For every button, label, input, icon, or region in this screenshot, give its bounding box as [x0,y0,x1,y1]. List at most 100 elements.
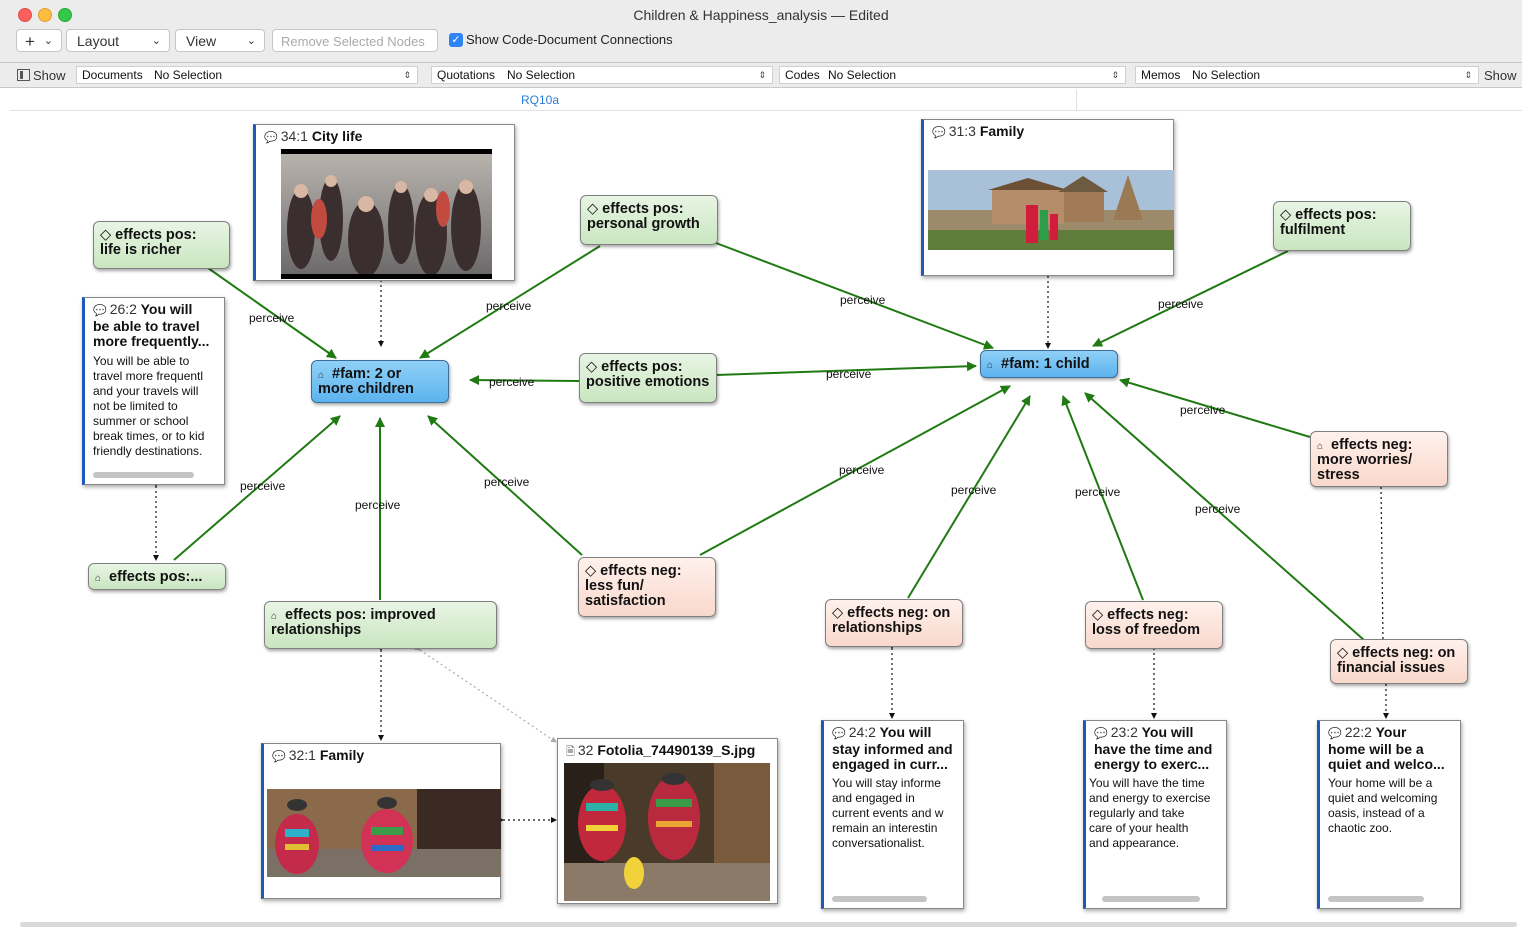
code-node-positive-emotions[interactable]: ◇ effects pos: positive emotions [579,353,717,403]
card-title: City life [311,128,363,144]
code-icon: ◇ [1337,645,1349,661]
card-ref: 31:3 [948,123,976,139]
horizontal-scrollbar[interactable] [1328,896,1424,902]
node-label: effects neg: on [1352,645,1456,661]
card-header: 💬 22:2 Your home will be a quiet and welc… [1328,725,1454,772]
fotolia-image [564,763,770,901]
edge-label: perceive [1075,485,1121,499]
quotations-filter-key: Quotations [437,68,496,82]
node-label: life is richer [100,242,182,258]
codes-filter-key: Codes [785,68,820,82]
updown-icon: ⇕ [403,70,411,80]
card-body-line: current events and w [832,806,944,820]
code-icon: ◇ [1092,607,1104,623]
card-title: Family [319,747,365,763]
node-label: effects pos: [602,201,684,217]
edge-label: perceive [249,311,295,325]
card-body: You will be able to travel more frequent… [93,354,214,459]
quotation-card-family-313[interactable]: 💬 31:3 Family [921,119,1174,276]
fotolia-picture [564,763,770,901]
card-body-line: care of your health [1089,821,1189,835]
quotation-card-time[interactable]: 💬 23:2 You will have the time and energy … [1083,720,1227,909]
updown-icon: ⇕ [1111,70,1119,80]
remove-selected-nodes-button[interactable]: Remove Selected Nodes [272,29,438,52]
card-ref: 26:2 [109,301,137,317]
card-title: be able to travel [93,318,200,334]
card-ref: 22:2 [1344,724,1372,740]
card-body-line: and appearance. [1089,836,1180,850]
horizontal-scrollbar[interactable] [832,896,927,902]
card-body-line: conversationalist. [832,836,925,850]
quotation-icon: 💬 [272,751,286,763]
code-node-loss-of-freedom[interactable]: ◇ effects neg: loss of freedom [1085,601,1223,649]
canvas-horizontal-scrollbar[interactable] [20,922,1517,927]
card-title: home will be a [1328,741,1424,757]
quotation-card-travel[interactable]: 💬 26:2 You will be able to travel more fr… [82,297,225,485]
card-header: 💬 31:3 Family [932,124,1167,141]
document-icon: 🗎 [566,746,575,758]
code-node-less-fun[interactable]: ◇ effects neg: less fun/ satisfaction [578,557,716,617]
show-inspector-toggle[interactable]: Show [1484,68,1517,83]
code-icon: ◇ [832,605,844,621]
edge-label: perceive [240,479,286,493]
code-node-fulfilment[interactable]: ◇ effects pos: fulfilment [1273,201,1411,251]
quotation-icon: 💬 [832,728,846,740]
show-sidebar-toggle[interactable]: Show [17,68,66,83]
code-group-icon: ⌂ [95,573,102,584]
card-header: 💬 34:1 City life [264,129,508,146]
family-walking-picture [267,789,501,877]
code-icon: ◇ [585,563,597,579]
layout-dropdown[interactable]: Layout ⌄ [66,29,170,52]
network-canvas[interactable]: perceive perceive perceive perceive perc… [0,110,1522,928]
node-label: positive emotions [586,374,710,390]
city-crowd-image [281,149,492,279]
add-button[interactable]: + ⌄ [16,29,62,52]
card-body-line: and engaged in [832,791,915,805]
document-card-fotolia[interactable]: 🗎 32 Fotolia_74490139_S.jpg [557,738,778,904]
quotation-card-city-life[interactable]: 💬 34:1 City life [253,124,515,281]
crowd-picture [281,149,492,279]
edge-label: perceive [1180,403,1226,417]
card-header: 🗎 32 Fotolia_74490139_S.jpg [566,743,771,760]
node-label: financial issues [1337,660,1445,676]
edge-label: perceive [486,299,532,313]
node-label: satisfaction [585,593,666,609]
documents-filter-value: No Selection [154,68,223,82]
code-node-effects-pos-collapsed[interactable]: ⌂ effects pos:... [88,563,226,590]
card-title: have the time and [1094,741,1213,757]
edge-label: perceive [951,483,997,497]
card-title: You will [140,301,193,317]
codes-filter-value: No Selection [828,68,897,82]
show-connections-label: Show Code-Document Connections [466,32,673,47]
horizontal-scrollbar[interactable] [93,472,194,478]
edge-label: perceive [355,498,401,512]
card-body-line: remain an interestin [832,821,938,835]
codes-filter[interactable]: Codes No Selection ⇕ [779,66,1126,84]
quotations-filter[interactable]: Quotations No Selection ⇕ [431,66,773,84]
code-node-improved-relationships[interactable]: ⌂ effects pos: improved relationships [264,601,497,649]
code-icon: ◇ [586,359,598,375]
card-body-line: travel more frequentl [93,369,204,383]
node-label: #fam: 2 or [332,366,402,382]
divider [1076,90,1077,110]
documents-filter[interactable]: Documents No Selection ⇕ [76,66,418,84]
node-label: more worries/ [1317,452,1413,468]
memos-filter[interactable]: Memos No Selection ⇕ [1135,66,1479,84]
code-node-personal-growth[interactable]: ◇ effects pos: personal growth [580,195,718,245]
show-connections-checkbox[interactable]: ✓ [449,33,463,47]
code-node-fam-1-child[interactable]: ⌂ #fam: 1 child [980,350,1118,378]
code-node-more-worries[interactable]: ⌂ effects neg: more worries/ stress [1310,431,1448,487]
card-header: 💬 24:2 You will stay informed and engaged… [832,725,957,772]
quotation-card-informed[interactable]: 💬 24:2 You will stay informed and engaged… [821,720,964,909]
quotation-card-home[interactable]: 💬 22:2 Your home will be a quiet and welc… [1317,720,1461,909]
quotation-card-family-321[interactable]: 💬 32:1 Family [261,743,501,899]
horizontal-scrollbar[interactable] [1102,896,1200,902]
view-tab[interactable]: RQ10a [521,93,559,107]
code-node-fam-2-or-more[interactable]: ⌂ #fam: 2 or more children [311,360,449,403]
card-body-line: oasis, instead of a [1328,806,1425,820]
code-node-financial-issues[interactable]: ◇ effects neg: on financial issues [1330,639,1468,684]
view-dropdown[interactable]: View ⌄ [175,29,265,52]
code-node-life-is-richer[interactable]: ◇ effects pos: life is richer [93,221,230,269]
view-header: RQ10a [10,90,1522,111]
code-node-neg-on-relationships[interactable]: ◇ effects neg: on relationships [825,599,963,647]
